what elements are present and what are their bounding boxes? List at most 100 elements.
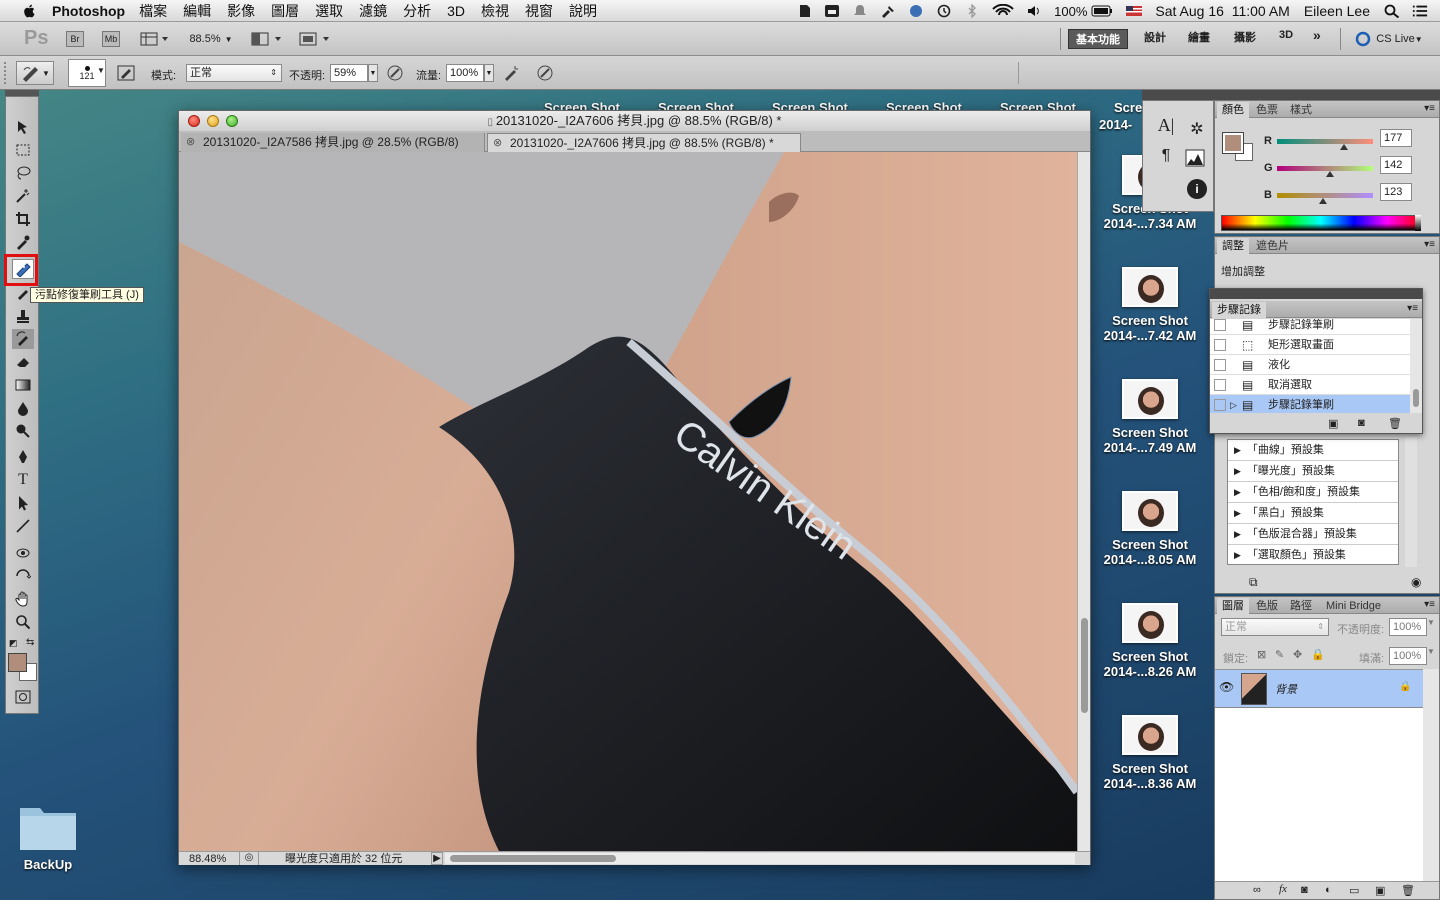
lock-pixels-icon[interactable]: ✎ [1275, 648, 1284, 661]
delete-layer-icon[interactable]: 🗑 [1401, 884, 1415, 897]
blend-mode-select[interactable]: 正常 ⇕ [1221, 618, 1329, 636]
expand-arrow-icon[interactable]: ▶ [1234, 487, 1241, 497]
adjustment-layer-icon[interactable]: ◐ [1325, 884, 1332, 896]
history-item[interactable]: ▤ 液化 [1210, 355, 1410, 375]
bridge-button[interactable]: Br [66, 31, 84, 47]
type-tool[interactable]: T [12, 470, 34, 490]
history-source-checkbox[interactable] [1214, 339, 1226, 351]
hand-tool[interactable] [12, 589, 34, 609]
document-titlebar[interactable]: ▯ 20131020-_I2A7606 拷貝.jpg @ 88.5% (RGB/… [179, 111, 1090, 131]
trash-icon[interactable]: 🗑 [1388, 417, 1402, 430]
view-extras-button[interactable] [138, 30, 170, 48]
panel-menu-icon[interactable]: ▾≡ [1424, 103, 1435, 114]
history-item[interactable]: ⬚ 矩形選取畫面 [1210, 335, 1410, 355]
path-selection-tool[interactable] [12, 493, 34, 513]
tab-color[interactable]: 顏色 [1217, 102, 1249, 118]
status-menu-arrow-icon[interactable]: ▶ [431, 852, 443, 865]
clone-source-toggle[interactable] [116, 64, 136, 82]
workspace-painting[interactable]: 繪畫 [1188, 29, 1210, 45]
grip-handle[interactable] [4, 62, 8, 84]
menu-filter[interactable]: 濾鏡 [359, 1, 387, 21]
history-source-checkbox[interactable] [1214, 319, 1226, 331]
arrange-documents-button[interactable] [250, 30, 284, 48]
menu-select[interactable]: 選取 [315, 1, 343, 21]
clip-to-layer-icon[interactable]: ⧉ [1249, 575, 1258, 590]
zoom-level-dropdown[interactable]: 88.5% ▼ [184, 30, 238, 48]
document-tab[interactable]: ⊗ 20131020-_I2A7586 拷貝.jpg @ 28.5% (RGB/… [181, 133, 485, 152]
lock-transparent-icon[interactable]: ⊠ [1257, 648, 1266, 661]
clone-stamp-tool[interactable] [12, 306, 34, 326]
menu-file[interactable]: 檔案 [139, 1, 167, 21]
3d-orbit-tool[interactable] [12, 566, 34, 586]
brush-presets-button[interactable]: ✲ [1185, 119, 1209, 143]
desktop-label-partial-date[interactable]: 2014- [1099, 117, 1132, 132]
tab-styles[interactable]: 樣式 [1285, 102, 1317, 118]
b-slider[interactable] [1277, 193, 1373, 204]
close-button[interactable] [188, 115, 200, 127]
slider-knob[interactable] [1319, 198, 1328, 204]
slider-knob[interactable] [1339, 144, 1348, 150]
spectrum-black-white[interactable] [1415, 215, 1421, 231]
lasso-tool[interactable] [12, 163, 34, 183]
tab-masks[interactable]: 遮色片 [1251, 238, 1294, 254]
quick-mask-button[interactable] [12, 687, 34, 707]
layer-style-icon[interactable]: fx [1279, 883, 1287, 895]
marquee-tool[interactable] [12, 140, 34, 160]
user-name[interactable]: Eileen Lee [1304, 3, 1370, 19]
scroll-thumb[interactable] [1081, 618, 1088, 713]
slider-knob[interactable] [1326, 171, 1335, 177]
spotlight-icon[interactable] [1384, 4, 1400, 18]
new-layer-icon[interactable]: ▣ [1375, 884, 1385, 897]
histogram-button[interactable] [1185, 149, 1209, 173]
tab-swatches[interactable]: 色票 [1251, 102, 1283, 118]
dodge-tool[interactable] [12, 421, 34, 441]
document-tab-active[interactable]: ⊗ 20131020-_I2A7606 拷貝.jpg @ 88.5% (RGB/… [487, 133, 801, 152]
preset-row[interactable]: ▶ 「曝光度」預設集 [1228, 461, 1398, 482]
layer-row[interactable]: 👁 背景 🔒 [1215, 670, 1423, 708]
character-panel-button[interactable]: A| [1153, 115, 1179, 141]
mode-select[interactable]: 正常 ⇕ [186, 64, 282, 82]
r-slider[interactable] [1277, 139, 1373, 150]
new-snapshot-icon[interactable]: ◙ [1358, 417, 1365, 429]
status-zoom[interactable]: 88.48% [189, 852, 226, 866]
g-slider[interactable] [1277, 166, 1373, 177]
menu-help[interactable]: 說明 [569, 1, 597, 21]
menu-3d[interactable]: 3D [447, 3, 465, 19]
clock[interactable]: Sat Aug 16 11:00 AM [1155, 3, 1289, 19]
menu-layer[interactable]: 圖層 [271, 1, 299, 21]
panel-menu-icon[interactable]: ▾≡ [1424, 239, 1435, 250]
preset-row[interactable]: ▶ 「曲線」預設集 [1228, 440, 1398, 461]
backup-folder[interactable]: BackUp [10, 800, 86, 872]
line-tool[interactable] [12, 516, 34, 536]
tab-adjustments[interactable]: 調整 [1217, 238, 1249, 254]
scroll-thumb[interactable] [450, 855, 616, 862]
mini-bridge-button[interactable]: Mb [102, 31, 120, 47]
history-item[interactable]: ▤ 取消選取 [1210, 375, 1410, 395]
layers-scrollbar[interactable] [1423, 669, 1439, 881]
cs-live-button[interactable]: CS Live ▼ [1350, 29, 1428, 49]
history-brush-tool[interactable] [12, 329, 34, 349]
battery-icon[interactable] [1091, 4, 1113, 18]
color-spectrum-bar[interactable] [1221, 215, 1421, 231]
wifi-icon[interactable] [992, 4, 1014, 18]
tab-history[interactable]: 步驟記錄 [1212, 302, 1266, 318]
link-layers-icon[interactable]: ∞ [1253, 884, 1261, 896]
fill-input[interactable]: 100% [1389, 647, 1427, 665]
menu-view[interactable]: 檢視 [481, 1, 509, 21]
time-machine-icon[interactable] [936, 4, 952, 18]
new-group-icon[interactable]: ▭ [1349, 884, 1359, 897]
evernote-icon[interactable] [796, 4, 812, 18]
airbrush-button[interactable] [500, 63, 522, 83]
history-source-checkbox[interactable] [1214, 399, 1226, 411]
zoom-button[interactable] [226, 115, 238, 127]
opacity-dropdown[interactable]: ▼ [368, 64, 378, 82]
opacity-input[interactable]: 59% [330, 64, 368, 82]
vertical-scrollbar[interactable] [1077, 152, 1090, 851]
swap-colors-icon[interactable]: ⇆ [26, 637, 34, 648]
desktop-file-icon[interactable]: Screen Shot 2014-...8.26 AM [1095, 603, 1205, 679]
preset-row[interactable]: ▶ 「色版混合器」預設集 [1228, 524, 1398, 545]
panel-menu-icon[interactable]: ▾≡ [1424, 599, 1435, 610]
panel-menu-icon[interactable]: ▾≡ [1407, 303, 1418, 314]
workspace-essentials[interactable]: 基本功能 [1068, 29, 1128, 49]
desktop-file-icon[interactable]: Screen Shot 2014-...7.49 AM [1095, 379, 1205, 455]
